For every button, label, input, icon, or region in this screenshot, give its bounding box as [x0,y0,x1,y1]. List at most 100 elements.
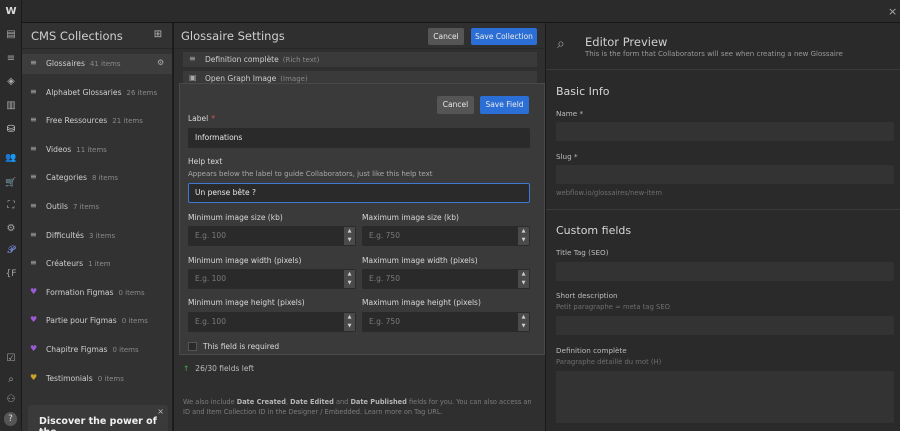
ecommerce-icon[interactable]: 🛒 [3,176,19,190]
collection-count: 8 items [91,174,119,183]
collection-item[interactable]: ≡ Difficultés 3 items [22,226,172,246]
save-collection-button[interactable]: Save Collection [471,28,537,45]
collection-item[interactable]: ≡ Créateurs 1 item [22,254,172,274]
collection-item[interactable]: ♥ Partie pour Figmas 0 items [22,311,172,331]
max-height-stepper[interactable]: ▲ ▼ [517,313,529,331]
min-width-stepper[interactable]: ▲ ▼ [343,270,355,288]
min-width-input[interactable]: E.g. 100 ▲ ▼ [188,269,356,289]
stepper-down-icon[interactable]: ▼ [344,322,355,331]
required-checkbox-label[interactable]: This field is required [203,342,279,351]
definition-input[interactable] [556,371,894,423]
collection-name: Formation Figmas [46,287,114,297]
stepper-up-icon[interactable]: ▲ [344,313,355,322]
min-height-input[interactable]: E.g. 100 ▲ ▼ [188,312,356,332]
max-height-input[interactable]: E.g. 750 ▲ ▼ [362,312,530,332]
stepper-up-icon[interactable]: ▲ [518,270,529,279]
collection-name: Categories [46,173,87,183]
divider [546,69,900,70]
preview-title: Editor Preview [585,35,668,49]
min-size-stepper[interactable]: ▲ ▼ [343,227,355,245]
stepper-down-icon[interactable]: ▼ [518,236,529,245]
stepper-down-icon[interactable]: ▼ [344,279,355,288]
collection-label: Testimonials 0 items [46,374,124,383]
field-type: (Rich text) [282,56,320,64]
collection-settings-icon[interactable]: ⚙ [157,58,164,67]
collection-name: Alphabet Glossaries [46,87,122,97]
heart-icon: ♥ [30,344,38,353]
collection-item[interactable]: ≡ Free Ressources 21 items [22,111,172,131]
cancel-button[interactable]: Cancel [428,28,464,45]
label-input[interactable]: Informations [188,128,530,148]
slug-input[interactable] [556,165,894,184]
collection-item[interactable]: ≡ Categories 8 items [22,168,172,188]
collection-label: Categories 8 items [46,173,118,182]
short-desc-input[interactable] [556,316,894,335]
collection-name: Créateurs [46,259,84,269]
pages-icon[interactable]: ▤ [3,28,19,42]
heart-icon: ♥ [30,286,38,296]
collection-item[interactable]: ♥ Testimonials 0 items [22,369,172,389]
collection-name: Chapitre Figmas [46,345,108,354]
add-collection-icon[interactable]: ⊞ [151,29,165,43]
title-tag-input[interactable] [556,262,894,281]
field-row[interactable]: ≡ Definition complète (Rich text) [183,52,537,67]
collection-count: 1 item [88,260,111,269]
modal-cancel-button[interactable]: Cancel [437,96,474,114]
collection-item[interactable]: ≡ Videos 11 items [22,140,172,160]
stepper-down-icon[interactable]: ▼ [518,322,529,331]
apps-icon[interactable]: 𝓟 [3,244,19,258]
tasks-icon[interactable]: ☑ [3,352,19,366]
navigator-icon[interactable]: ≡ [3,52,19,66]
help-text-input[interactable]: Un pense bête ? [188,183,530,203]
stepper-down-icon[interactable]: ▼ [344,236,355,245]
max-width-placeholder: E.g. 750 [369,274,400,283]
fields-left-counter: ↑ 26/30 fields left [183,364,254,373]
collection-name: Testimonials [46,373,93,383]
collection-item[interactable]: ♥ Chapitre Figmas 0 items [22,340,172,360]
min-size-input[interactable]: E.g. 100 ▲ ▼ [188,226,356,246]
collection-item[interactable]: ♥ Formation Figmas 0 items [22,283,172,303]
help-icon[interactable]: ? [4,412,17,426]
max-size-input[interactable]: E.g. 750 ▲ ▼ [362,226,530,246]
min-height-stepper[interactable]: ▲ ▼ [343,313,355,331]
collection-item[interactable]: ≡ Glossaires 41 items ⚙ [22,54,172,74]
promo-close-icon[interactable]: × [157,407,164,416]
search-icon[interactable]: ⌕ [3,373,19,387]
components-icon[interactable]: ◈ [3,75,19,89]
collections-header: CMS Collections ⊞ [22,23,172,49]
settings-icon[interactable]: ⚙ [3,222,19,236]
max-width-stepper[interactable]: ▲ ▼ [517,270,529,288]
max-height-label: Maximum image height (pixels) [362,298,481,307]
close-icon[interactable]: × [888,5,897,18]
fields-icon[interactable]: {F [3,267,19,281]
title-tag-label: Title Tag (SEO) [556,248,609,257]
webflow-logo-icon[interactable]: W [3,5,19,19]
collection-item[interactable]: ≡ Alphabet Glossaries 26 items [22,83,172,103]
collection-label: Formation Figmas 0 items [46,288,145,297]
collection-item[interactable]: ≡ Outils 7 items [22,197,172,217]
promo-banner[interactable]: Discover the power of the × [28,405,168,431]
users-icon[interactable]: 👥 [3,151,19,165]
cms-icon[interactable]: ⛁ [3,123,19,137]
assets-icon[interactable]: ▥ [3,99,19,113]
logic-icon[interactable]: ⛶ [3,199,19,213]
stepper-up-icon[interactable]: ▲ [518,313,529,322]
collection-count: 11 items [76,145,107,154]
stepper-down-icon[interactable]: ▼ [518,279,529,288]
save-field-button[interactable]: Save Field [480,96,529,114]
name-input[interactable] [556,122,894,141]
left-toolbar: W ▤ ≡ ◈ ▥ ⛁ 👥 🛒 ⛶ ⚙ 𝓟 {F ☑ ⌕ ⚇ ? [0,0,22,431]
min-height-placeholder: E.g. 100 [195,317,226,326]
stepper-up-icon[interactable]: ▲ [344,270,355,279]
stepper-up-icon[interactable]: ▲ [344,227,355,236]
max-size-stepper[interactable]: ▲ ▼ [517,227,529,245]
collection-icon: ≡ [30,86,37,96]
name-label: Name * [556,109,584,118]
collaborators-icon[interactable]: ⚇ [3,393,19,407]
field-label: Open Graph Image (Image) [205,74,308,83]
required-checkbox[interactable] [188,342,197,351]
max-width-input[interactable]: E.g. 750 ▲ ▼ [362,269,530,289]
stepper-up-icon[interactable]: ▲ [518,227,529,236]
collection-name: Videos [46,144,72,154]
collection-name: Outils [46,202,68,211]
